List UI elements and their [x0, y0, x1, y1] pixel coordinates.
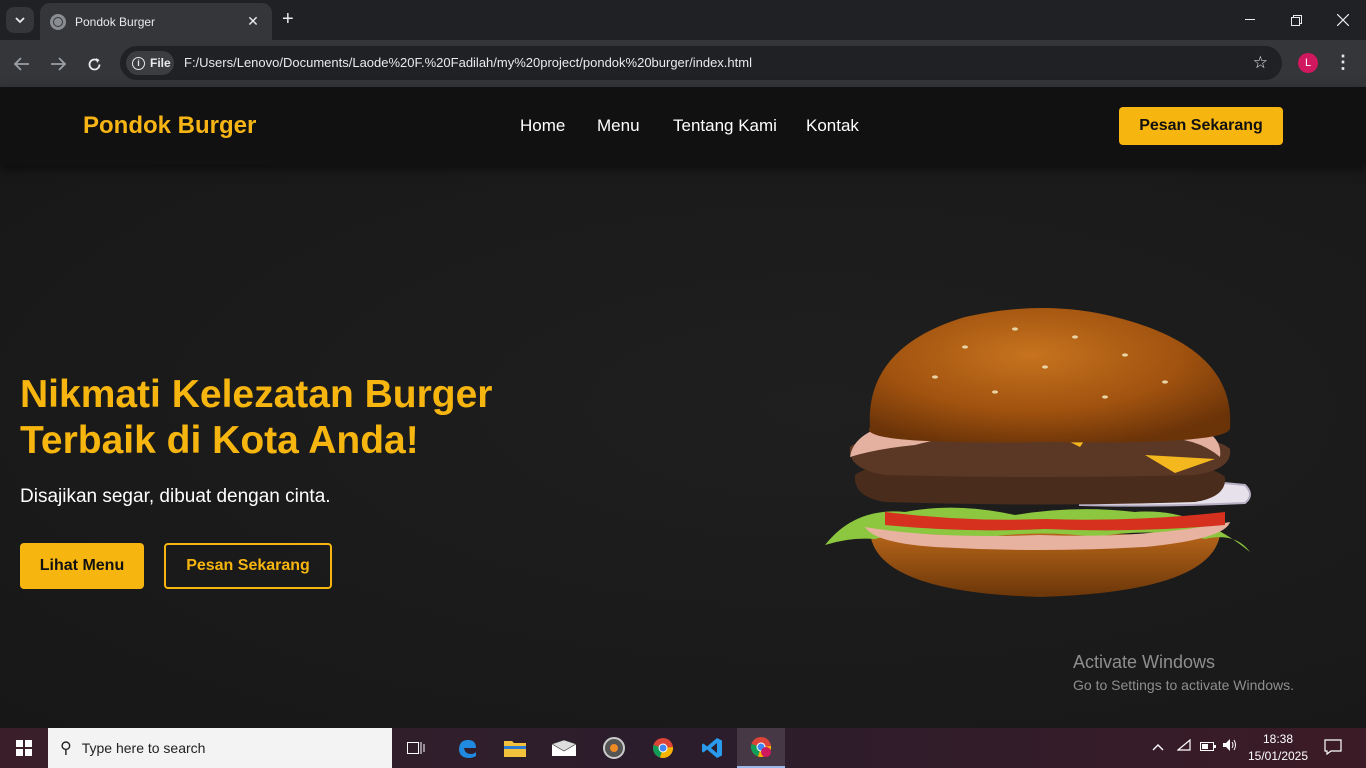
volume-icon[interactable]: [1222, 738, 1238, 755]
nav-link-kontak[interactable]: Kontak: [806, 116, 859, 136]
chrome-profile-icon: [751, 737, 772, 757]
nav-order-button[interactable]: Pesan Sekarang: [1119, 107, 1283, 145]
wifi-icon: [1176, 738, 1191, 751]
profile-avatar[interactable]: L: [1298, 53, 1318, 73]
close-icon: [1337, 14, 1349, 26]
forward-button[interactable]: [46, 52, 70, 76]
disc-app-icon: [603, 737, 625, 759]
site-navbar: Pondok Burger Home Menu Tentang Kami Kon…: [0, 87, 1366, 165]
taskbar-vscode[interactable]: [688, 728, 736, 768]
start-button[interactable]: [0, 728, 48, 768]
taskbar-mail[interactable]: [540, 728, 588, 768]
edge-icon: [459, 740, 476, 758]
taskbar-file-explorer[interactable]: [491, 728, 539, 768]
activation-watermark-title: Activate Windows: [1073, 652, 1216, 672]
notification-icon: [1324, 739, 1342, 756]
taskbar-app-circle[interactable]: [590, 728, 638, 768]
taskbar-chrome[interactable]: [639, 728, 687, 768]
folder-icon: [504, 741, 526, 757]
site-info-label: File: [150, 56, 171, 70]
info-icon: i: [132, 56, 145, 70]
back-button[interactable]: [10, 52, 34, 76]
taskbar-search-box[interactable]: ⚲ Type here to search: [48, 728, 392, 768]
hero-title: Nikmati Kelezatan Burger Terbaik di Kota…: [20, 373, 493, 462]
battery-shape-icon: [1200, 742, 1216, 751]
chevron-down-icon: [15, 16, 25, 23]
windows-taskbar: ⚲ Type here to search 18:38 15/01/2025: [0, 728, 1366, 768]
browser-tab-strip: Pondok Burger ✕ +: [0, 0, 1366, 40]
browser-menu-icon[interactable]: ⋮: [1334, 52, 1352, 73]
bookmark-star-icon[interactable]: ☆: [1253, 53, 1268, 73]
taskbar-search-placeholder: Type here to search: [81, 740, 206, 756]
back-arrow-icon: [14, 57, 29, 71]
search-icon: ⚲: [60, 740, 72, 757]
windows-logo-icon: [16, 740, 32, 756]
show-hidden-icons-chevron[interactable]: [1152, 738, 1164, 754]
chrome-icon: [653, 738, 674, 758]
address-bar[interactable]: i File F:/Users/Lenovo/Documents/Laode%2…: [120, 46, 1282, 80]
taskbar-edge[interactable]: [443, 728, 491, 768]
task-view-icon: [407, 742, 425, 754]
nav-link-menu[interactable]: Menu: [597, 116, 640, 136]
url-text[interactable]: F:/Users/Lenovo/Documents/Laode%20F.%20F…: [184, 55, 752, 70]
nav-link-home[interactable]: Home: [520, 116, 565, 136]
taskbar-chrome-active[interactable]: [737, 728, 785, 768]
minimize-button[interactable]: [1227, 0, 1273, 40]
nav-link-tentang-kami[interactable]: Tentang Kami: [673, 116, 777, 136]
mail-icon: [552, 740, 576, 756]
notification-center-button[interactable]: [1324, 739, 1342, 758]
vscode-icon: [702, 738, 722, 758]
activation-watermark-text: Go to Settings to activate Windows.: [1073, 677, 1294, 693]
site-info-chip[interactable]: i File: [126, 51, 174, 75]
reload-icon: [88, 57, 100, 70]
forward-arrow-icon: [51, 57, 66, 71]
view-menu-button[interactable]: Lihat Menu: [20, 543, 144, 589]
restore-button[interactable]: [1273, 0, 1319, 40]
tab-title: Pondok Burger: [75, 14, 156, 29]
browser-toolbar: i File F:/Users/Lenovo/Documents/Laode%2…: [0, 40, 1366, 87]
task-view-button[interactable]: [392, 728, 440, 768]
close-tab-icon[interactable]: ✕: [244, 13, 262, 30]
browser-tab[interactable]: Pondok Burger ✕: [40, 3, 272, 40]
restore-icon: [1290, 14, 1302, 26]
speaker-icon: [1223, 739, 1236, 751]
hero-subtitle: Disajikan segar, dibuat dengan cinta.: [20, 486, 331, 507]
tab-search-button[interactable]: [6, 7, 34, 33]
clock-time: 18:38: [1262, 732, 1294, 746]
globe-icon: [50, 13, 66, 30]
taskbar-clock[interactable]: 18:38 15/01/2025: [1246, 731, 1310, 765]
network-icon[interactable]: [1176, 738, 1191, 754]
clock-date: 15/01/2025: [1247, 749, 1309, 763]
burger-image: [825, 308, 1251, 597]
close-window-button[interactable]: [1320, 0, 1366, 40]
site-logo[interactable]: Pondok Burger: [83, 112, 256, 140]
reload-button[interactable]: [82, 52, 106, 76]
website-viewport: Pondok Burger Home Menu Tentang Kami Kon…: [0, 87, 1366, 728]
hero-order-button[interactable]: Pesan Sekarang: [164, 543, 332, 589]
minimize-icon: [1245, 19, 1255, 20]
chevron-up-icon: [1152, 744, 1164, 751]
new-tab-button[interactable]: +: [282, 8, 294, 30]
battery-icon[interactable]: [1200, 738, 1216, 754]
